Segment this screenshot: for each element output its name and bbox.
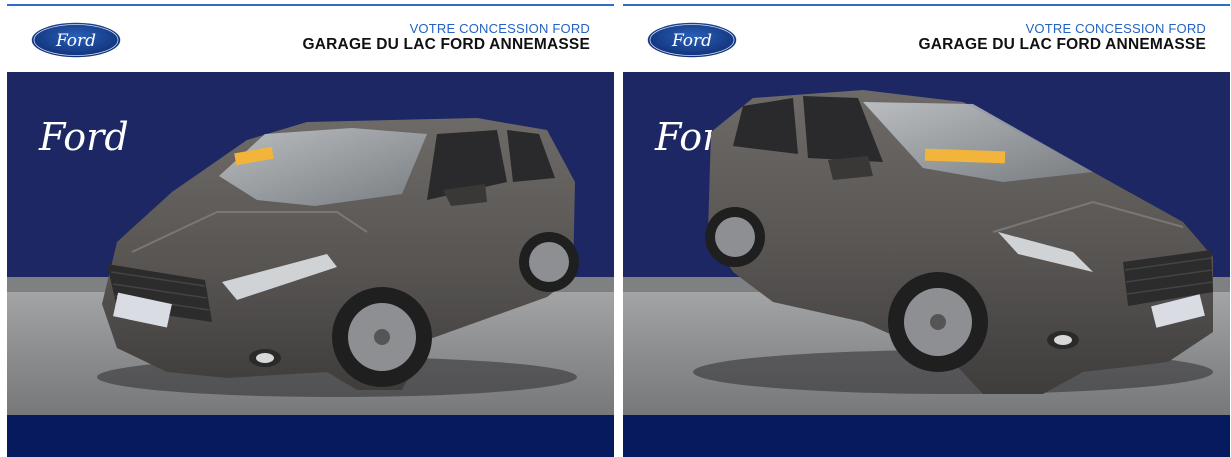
top-accent-line (7, 4, 614, 6)
top-accent-line (623, 4, 1230, 6)
ford-script-logo: Ford (38, 115, 129, 159)
car-photo-front-left-icon: Ford (7, 72, 614, 415)
logo-text: Ford (671, 31, 712, 51)
dealer-tagline: VOTRE CONCESSION FORD (1025, 21, 1206, 36)
car-photo-front-right-icon: Ford (623, 72, 1230, 415)
dealer-header: VOTRE CONCESSION FORD GARAGE DU LAC FORD… (919, 21, 1206, 54)
ford-oval-logo-icon: Ford (30, 21, 122, 59)
dealer-name: GARAGE DU LAC FORD ANNEMASSE (918, 36, 1206, 53)
logo-text: Ford (55, 31, 96, 51)
footer-band (623, 415, 1230, 457)
ford-oval-logo-icon: Ford (646, 21, 738, 59)
dealer-header: VOTRE CONCESSION FORD GARAGE DU LAC FORD… (303, 21, 590, 54)
listing-image-front-left[interactable]: Ford VOTRE CONCESSION FORD GARAGE DU LAC… (7, 0, 614, 457)
dealer-name: GARAGE DU LAC FORD ANNEMASSE (302, 36, 590, 53)
listing-image-front-right[interactable]: Ford VOTRE CONCESSION FORD GARAGE DU LAC… (623, 0, 1230, 457)
dealer-tagline: VOTRE CONCESSION FORD (409, 21, 590, 36)
footer-band (7, 415, 614, 457)
